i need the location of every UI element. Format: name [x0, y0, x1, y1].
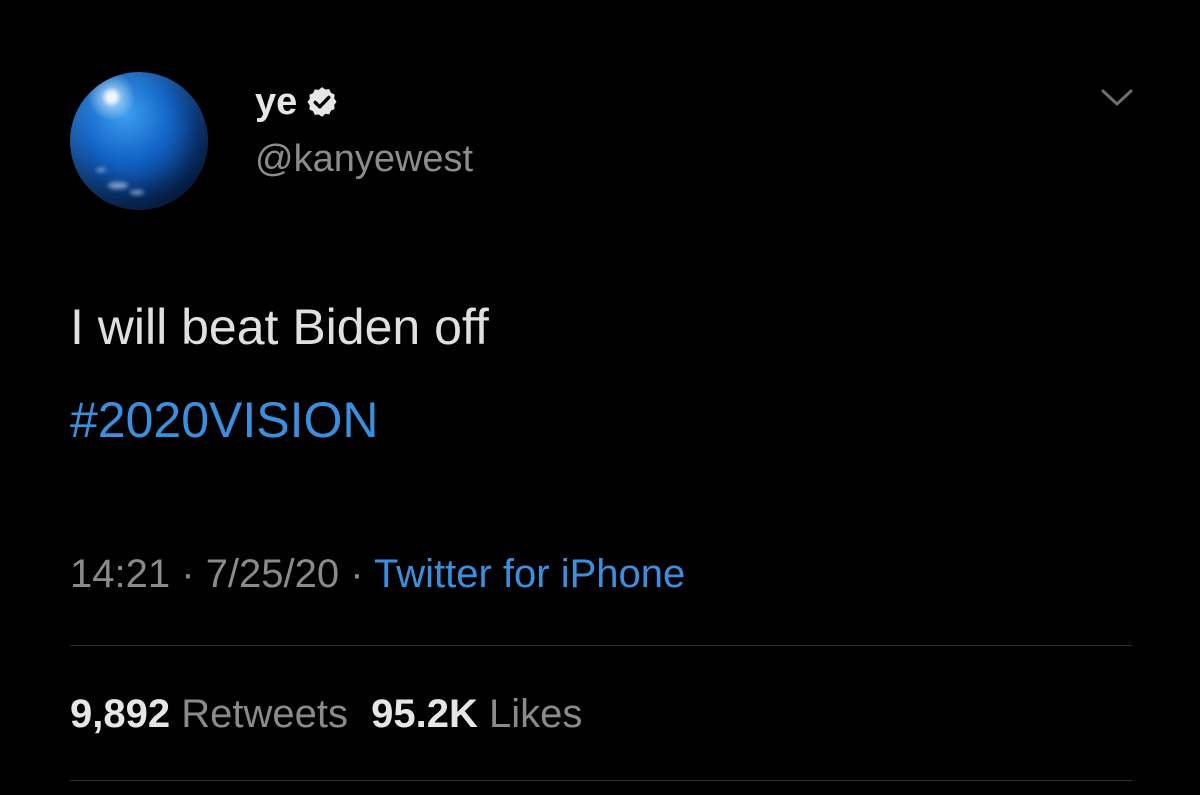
retweets-stat[interactable]: 9,892 Retweets	[70, 692, 348, 736]
likes-count: 95.2K	[371, 692, 478, 736]
author-handle[interactable]: @kanyewest	[255, 136, 473, 182]
verified-badge-icon	[307, 87, 337, 117]
tweet-text: I will beat Biden off	[70, 299, 489, 355]
meta-separator: ·	[181, 552, 195, 596]
tweet-date: 7/25/20	[205, 552, 340, 596]
tweet-time: 14:21	[70, 552, 171, 596]
retweets-label: Retweets	[181, 692, 348, 736]
divider	[70, 645, 1132, 646]
author-name-row[interactable]: ye	[255, 80, 339, 124]
likes-label: Likes	[488, 692, 583, 736]
display-name[interactable]: ye	[255, 80, 297, 124]
tweet-hashtag-link[interactable]: #2020VISION	[70, 389, 379, 451]
tweet-meta: 14:21 · 7/25/20 · Twitter for iPhone	[70, 550, 685, 598]
likes-stat[interactable]: 95.2K Likes	[371, 692, 582, 736]
retweets-count: 9,892	[70, 692, 171, 736]
avatar[interactable]	[70, 72, 208, 210]
divider	[70, 780, 1132, 781]
meta-separator: ·	[350, 552, 364, 596]
chevron-down-icon[interactable]	[1100, 86, 1134, 110]
tweet-stats: 9,892 Retweets 95.2K Likes	[70, 690, 582, 738]
tweet-source-link[interactable]: Twitter for iPhone	[374, 552, 685, 596]
